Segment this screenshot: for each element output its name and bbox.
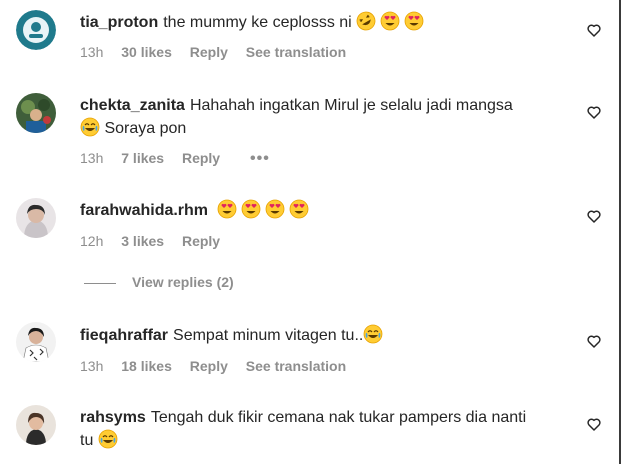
like-heart-icon[interactable] [586, 416, 602, 432]
username[interactable]: fieqahraffar [80, 327, 168, 344]
replies-divider [84, 282, 116, 284]
heart-eyes-emoji-icon [380, 11, 400, 31]
username[interactable]: tia_proton [80, 14, 158, 31]
emoji-group [80, 117, 100, 137]
username[interactable]: chekta_zanita [80, 97, 185, 114]
comment-body-line2: Soraya pon [104, 120, 187, 137]
rofl-emoji-icon [356, 11, 376, 31]
avatar[interactable] [16, 198, 56, 238]
heart-eyes-emoji-icon [290, 199, 309, 219]
heart-eyes-emoji-icon [242, 199, 261, 219]
heart-eyes-emoji-icon [266, 199, 285, 219]
timestamp: 13h [80, 150, 104, 166]
avatar[interactable] [16, 405, 56, 445]
more-options-button[interactable]: ••• [250, 150, 270, 167]
reply-button[interactable]: Reply [182, 150, 220, 166]
comment-text: rahsyms Tengah duk fikir cemana nak tukar… [80, 406, 556, 452]
comment-body: Hahahah ingatkan Mirul je selalu jadi ma… [189, 97, 513, 114]
comment-body: Sempat minum vitagen tu.. [173, 327, 364, 344]
heart-eyes-emoji-icon [404, 11, 424, 31]
emoji-group [98, 429, 118, 449]
joy-emoji-icon [80, 117, 100, 137]
emoji-group [217, 199, 309, 219]
like-heart-icon[interactable] [586, 333, 602, 349]
timestamp: 12h [80, 233, 104, 249]
comment-text: chekta_zanita Hahahah ingatkan Mirul je s… [80, 94, 556, 140]
comment-meta: 13h 7 likes Reply ••• [80, 150, 284, 168]
likes-count[interactable]: 7 likes [121, 150, 164, 166]
joy-emoji-icon [363, 324, 383, 344]
comment-meta: 12h 3 likes Reply [80, 233, 234, 249]
comment-body: the mummy ke ceplosss ni [163, 14, 352, 31]
like-heart-icon[interactable] [586, 22, 602, 38]
timestamp: 13h [80, 358, 104, 374]
likes-count[interactable]: 3 likes [121, 233, 164, 249]
reply-button[interactable]: Reply [182, 233, 220, 249]
see-translation-button[interactable]: See translation [246, 44, 346, 60]
comment-text: fieqahraffar Sempat minum vitagen tu.. [80, 324, 556, 347]
heart-eyes-emoji-icon [218, 199, 237, 219]
avatar[interactable] [16, 322, 56, 362]
avatar[interactable] [16, 93, 56, 133]
likes-count[interactable]: 30 likes [121, 44, 172, 60]
comment-body-line2: tu [80, 432, 94, 449]
reply-button[interactable]: Reply [190, 358, 228, 374]
likes-count[interactable]: 18 likes [121, 358, 172, 374]
view-replies-label: View replies (2) [132, 274, 234, 290]
comment-meta: 13h 18 likes Reply See translation [80, 358, 360, 374]
username[interactable]: farahwahida.rhm [80, 202, 208, 219]
avatar[interactable] [16, 10, 56, 50]
comment-text: tia_proton the mummy ke ceplosss ni [80, 11, 556, 34]
comment-meta: 13h 30 likes Reply See translation [80, 44, 360, 60]
comment-body: Tengah duk fikir cemana nak tukar pamper… [150, 409, 527, 426]
joy-emoji-icon [98, 429, 118, 449]
timestamp: 13h [80, 44, 104, 60]
emoji-group [356, 11, 424, 31]
comment-text: farahwahida.rhm [80, 199, 556, 222]
emoji-group [363, 324, 383, 344]
reply-button[interactable]: Reply [190, 44, 228, 60]
view-replies-button[interactable]: View replies (2) [84, 274, 234, 290]
like-heart-icon[interactable] [586, 208, 602, 224]
username[interactable]: rahsyms [80, 409, 146, 426]
see-translation-button[interactable]: See translation [246, 358, 346, 374]
like-heart-icon[interactable] [586, 104, 602, 120]
